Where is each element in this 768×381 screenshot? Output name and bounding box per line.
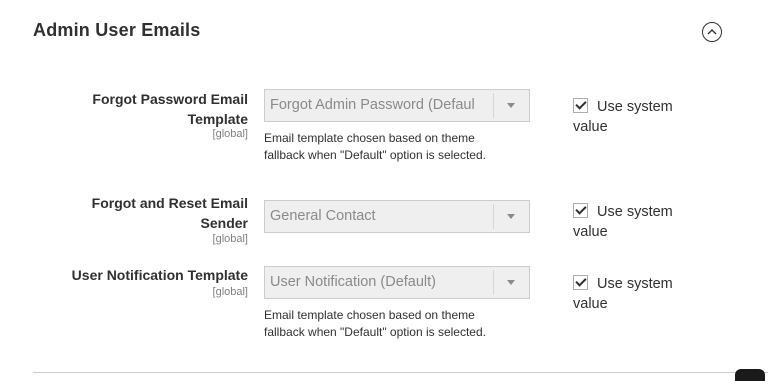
dropdown-arrow-icon (507, 280, 515, 285)
user-notification-template-select[interactable]: User Notification (Default) (264, 266, 530, 299)
checkbox-label: value (573, 119, 608, 135)
use-system-value-checkbox[interactable]: Use system value (573, 274, 693, 314)
dropdown-arrow-icon (507, 214, 515, 219)
field-label-line: Sender (200, 215, 248, 231)
checkbox-label: value (573, 296, 608, 312)
select-divider (493, 204, 494, 229)
checkbox-label: Use system (597, 204, 673, 220)
field-note-line: fallback when "Default" option is select… (264, 148, 486, 162)
field-label: Forgot Password Email Template (28, 89, 248, 129)
corner-widget (735, 369, 765, 381)
collapse-section-button[interactable] (702, 22, 722, 42)
checkbox-checked-icon[interactable] (573, 203, 588, 218)
scope-label: [global] (212, 286, 248, 298)
field-label-line: Forgot and Reset Email (91, 195, 248, 211)
field-note-line: Email template chosen based on theme (264, 131, 475, 145)
select-value: User Notification (Default) (270, 274, 436, 290)
checkbox-label: Use system (597, 276, 673, 292)
field-note-line: Email template chosen based on theme (264, 308, 475, 322)
scope-label: [global] (212, 233, 248, 245)
field-label: Forgot and Reset Email Sender (28, 193, 248, 233)
select-value: Forgot Admin Password (Default) (270, 97, 475, 113)
select-value: General Contact (270, 208, 376, 224)
forgot-password-template-select[interactable]: Forgot Admin Password (Default) (264, 89, 530, 122)
checkbox-checked-icon[interactable] (573, 98, 588, 113)
forgot-reset-sender-select[interactable]: General Contact (264, 200, 530, 233)
section-title: Admin User Emails (33, 20, 201, 40)
field-note: Email template chosen based on theme fal… (264, 307, 534, 341)
checkbox-checked-icon[interactable] (573, 275, 588, 290)
scope-label: [global] (212, 128, 248, 140)
select-divider (493, 93, 494, 118)
field-label: User Notification Template (8, 265, 248, 285)
field-label-line: Forgot Password Email (92, 91, 248, 107)
checkbox-label: value (573, 224, 608, 240)
field-note-line: fallback when "Default" option is select… (264, 325, 486, 339)
checkbox-label: Use system (597, 99, 673, 115)
field-label-line: User Notification Template (71, 267, 248, 283)
use-system-value-checkbox[interactable]: Use system value (573, 202, 693, 242)
field-label-line: Template (187, 111, 248, 127)
select-divider (493, 270, 494, 295)
section-divider (33, 372, 768, 373)
chevron-up-icon (707, 29, 717, 35)
field-note: Email template chosen based on theme fal… (264, 130, 534, 164)
dropdown-arrow-icon (507, 103, 515, 108)
use-system-value-checkbox[interactable]: Use system value (573, 97, 693, 137)
